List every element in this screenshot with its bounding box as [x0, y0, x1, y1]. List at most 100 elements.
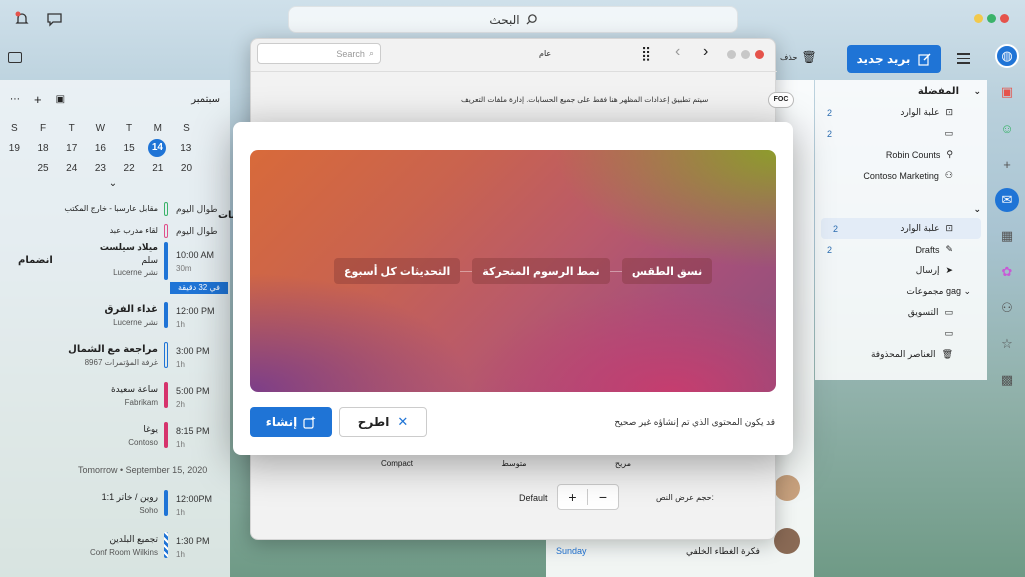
account-header[interactable]: ⌄	[815, 200, 987, 218]
search-icon: ⌕	[368, 48, 374, 58]
add-event-icon[interactable]: +	[34, 92, 42, 107]
expand-calendar-icon[interactable]: ⌄	[0, 178, 230, 189]
event-duration: 30m	[176, 264, 192, 273]
more-options-icon[interactable]: ⋯	[10, 94, 20, 105]
feedback-icon[interactable]	[46, 11, 63, 27]
calendar-day[interactable]: 21	[143, 163, 172, 174]
text-size-label: حجم عرض النص:	[656, 493, 714, 502]
calendar-day-today[interactable]: 14	[148, 139, 167, 157]
add-icon[interactable]: +	[995, 152, 1019, 176]
event-time: 5:00 PM	[176, 386, 210, 396]
settings-window-controls[interactable]	[727, 50, 764, 59]
avatar[interactable]	[774, 475, 800, 501]
settings-search-field[interactable]: Search ⌕	[257, 43, 381, 64]
weekday: T	[68, 122, 75, 134]
notification-bell-icon[interactable]	[14, 11, 30, 27]
send-icon: ➤	[945, 265, 953, 275]
fav-item-folder[interactable]: 2 ▭	[815, 123, 987, 144]
calendar-icon[interactable]: ▦	[995, 224, 1019, 248]
mail-snippet-subject: فكرة الغطاء الخلفي	[686, 546, 760, 556]
trash-icon: 🗑	[801, 50, 817, 64]
more-apps-icon[interactable]: ▩	[995, 368, 1019, 392]
star-icon[interactable]: ☆	[995, 332, 1019, 356]
group-item-deleted[interactable]: العناصر المحذوفة 🗑	[815, 344, 987, 365]
new-mail-button[interactable]: بريد جديد	[847, 45, 941, 73]
hamburger-menu-icon[interactable]	[957, 53, 970, 64]
join-label: انضمام	[18, 255, 53, 266]
increase-icon[interactable]: +	[558, 489, 589, 505]
calendar-day[interactable]: 23	[86, 163, 115, 174]
group-item-folder[interactable]: ▭	[815, 323, 987, 344]
event-title: لقاء مدرب عبد	[109, 226, 158, 235]
window-controls[interactable]	[970, 14, 1009, 26]
sidebar-toggle-icon[interactable]	[8, 52, 22, 63]
forward-arrow-icon[interactable]: ›	[703, 43, 708, 61]
option-weather-theme[interactable]: نسق الطقس	[621, 258, 713, 284]
event-duration: 2h	[176, 400, 185, 409]
group-label: مجموعات gag	[906, 286, 961, 296]
decrease-icon[interactable]: −	[588, 489, 618, 505]
briefcase-icon[interactable]: ▣	[995, 80, 1019, 104]
event-duration: 1h	[176, 550, 185, 559]
event-title: تجميع البلدين	[109, 534, 158, 544]
back-arrow-icon[interactable]: ‹	[675, 43, 680, 61]
folder-label: علبة الوارد	[900, 223, 940, 233]
global-search-bar[interactable]: البحث	[288, 6, 738, 33]
close-icon: ✕	[397, 414, 409, 429]
focused-tab[interactable]: FOC	[768, 92, 794, 108]
calendar-day[interactable]: 18	[29, 143, 58, 154]
fav-item-inbox[interactable]: 2 علبة الوارد ⊡	[815, 102, 987, 123]
favorites-header[interactable]: المفضلة ⌄	[815, 80, 987, 102]
calendar-day[interactable]: 22	[115, 163, 144, 174]
calendar-view-icon[interactable]: ▣	[56, 94, 65, 105]
weekday: F	[39, 122, 47, 134]
calendar-day[interactable]: 20	[172, 163, 201, 174]
density-medium[interactable]: متوسط	[501, 459, 526, 468]
zoom-control[interactable]	[987, 14, 996, 23]
weekday: M	[153, 122, 162, 134]
calendar-day[interactable]: 15	[115, 143, 144, 154]
account-item-inbox[interactable]: 2 علبة الوارد ⊡	[821, 218, 981, 239]
text-size-value: Default	[519, 493, 548, 503]
calendar-day[interactable]: 13	[171, 143, 200, 154]
close-control[interactable]	[1000, 14, 1009, 23]
group-header[interactable]: مجموعات gag ⌄	[815, 281, 987, 302]
people-icon[interactable]: ☺	[995, 116, 1019, 140]
minimize-control[interactable]	[974, 14, 983, 23]
text-size-stepper[interactable]: + −	[557, 484, 619, 510]
discard-button[interactable]: اطرح ✕	[339, 407, 427, 437]
fav-item-person[interactable]: Robin Counts ⚲	[815, 144, 987, 165]
folder-icon: ▭	[944, 328, 953, 338]
event-color-bar	[164, 302, 168, 328]
event-title: 1:1 روين / خاتر	[101, 492, 158, 502]
folder-label: إرسال	[915, 265, 940, 275]
delete-button[interactable]: حذف 🗑	[780, 50, 817, 64]
density-compact[interactable]: Compact	[381, 459, 413, 468]
mail-icon[interactable]: ✉	[995, 188, 1019, 212]
fav-item-group[interactable]: Contoso Marketing ⚇	[815, 165, 987, 186]
group-item-marketing[interactable]: التسويق ▭	[815, 302, 987, 323]
event-color-bar	[164, 422, 168, 448]
globe-icon[interactable]: ◍	[995, 44, 1019, 68]
create-label: إنشاء	[265, 415, 298, 429]
discard-label: اطرح	[357, 415, 390, 429]
account-item-sent[interactable]: إرسال ➤	[815, 260, 987, 281]
apps-color-icon[interactable]: ✿	[995, 260, 1019, 284]
apps-grid-icon[interactable]: ⣿	[641, 45, 651, 62]
event-location: Conf Room Wilkins	[89, 548, 158, 557]
calendar-day[interactable]: 19	[0, 143, 29, 154]
account-item-drafts[interactable]: 2 Drafts ✎	[815, 239, 987, 260]
create-button[interactable]: إنشاء	[250, 407, 332, 437]
option-animation-style[interactable]: نمط الرسوم المتحركة	[472, 258, 610, 284]
option-weekly-updates[interactable]: التحديثات كل أسبوع	[334, 258, 461, 284]
avatar[interactable]	[774, 528, 800, 554]
density-comfortable[interactable]: مريح	[615, 459, 631, 468]
settings-title: عام	[539, 49, 552, 58]
weekday: S	[183, 122, 190, 134]
contacts-icon[interactable]: ⚇	[995, 296, 1019, 320]
calendar-day[interactable]: 25	[29, 163, 58, 174]
calendar-day[interactable]: 17	[57, 143, 86, 154]
calendar-day[interactable]: 24	[57, 163, 86, 174]
unread-count: 2	[833, 223, 839, 234]
calendar-day[interactable]: 16	[86, 143, 115, 154]
